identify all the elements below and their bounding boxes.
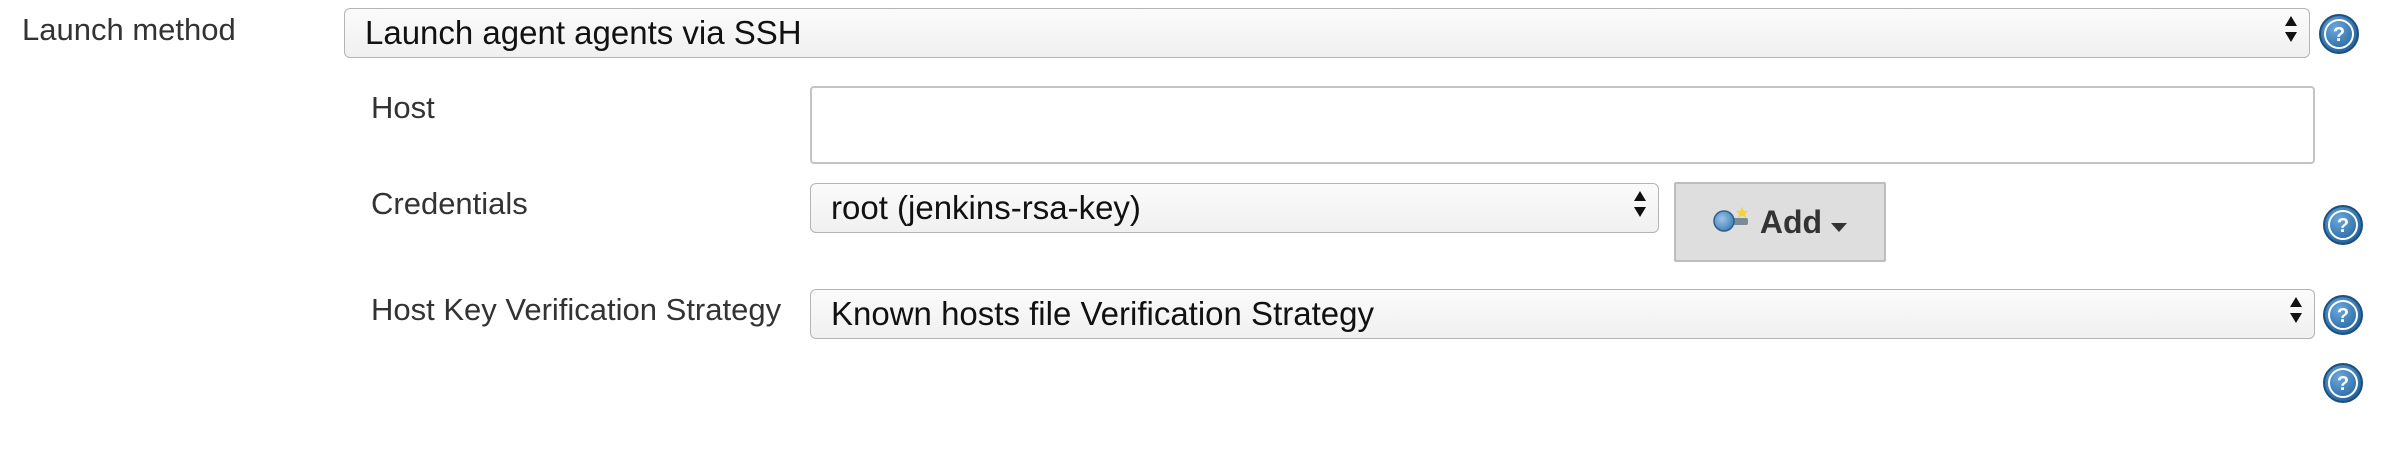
svg-text:?: ? bbox=[2337, 305, 2349, 327]
help-icon[interactable]: ? bbox=[2322, 294, 2364, 336]
host-key-strategy-select[interactable]: Known hosts file Verification Strategy bbox=[810, 289, 2315, 339]
credentials-select[interactable]: root (jenkins-rsa-key) bbox=[810, 183, 1659, 233]
launch-method-selected-value: Launch agent agents via SSH bbox=[365, 14, 802, 51]
select-arrows-icon bbox=[1632, 189, 1648, 227]
add-button-label: Add bbox=[1759, 203, 1823, 240]
credentials-selected-value: root (jenkins-rsa-key) bbox=[831, 189, 1141, 226]
svg-text:?: ? bbox=[2333, 24, 2345, 46]
launch-method-select[interactable]: Launch agent agents via SSH bbox=[344, 8, 2310, 58]
host-key-strategy-label: Host Key Verification Strategy bbox=[371, 292, 782, 327]
svg-text:?: ? bbox=[2337, 373, 2349, 395]
select-arrows-icon bbox=[2288, 295, 2304, 333]
help-icon[interactable]: ? bbox=[2318, 13, 2360, 55]
host-key-strategy-selected-value: Known hosts file Verification Strategy bbox=[831, 295, 1374, 332]
select-arrows-icon bbox=[2283, 14, 2299, 52]
help-icon[interactable]: ? bbox=[2322, 204, 2364, 246]
help-icon[interactable]: ? bbox=[2322, 362, 2364, 404]
host-input[interactable] bbox=[810, 86, 2315, 164]
svg-text:?: ? bbox=[2337, 215, 2349, 237]
launch-method-label: Launch method bbox=[22, 12, 236, 47]
caret-down-icon bbox=[1830, 204, 1848, 241]
host-label: Host bbox=[371, 90, 435, 125]
add-credentials-button[interactable]: Add bbox=[1674, 182, 1886, 262]
credentials-label: Credentials bbox=[371, 186, 528, 221]
key-icon bbox=[1712, 203, 1752, 241]
